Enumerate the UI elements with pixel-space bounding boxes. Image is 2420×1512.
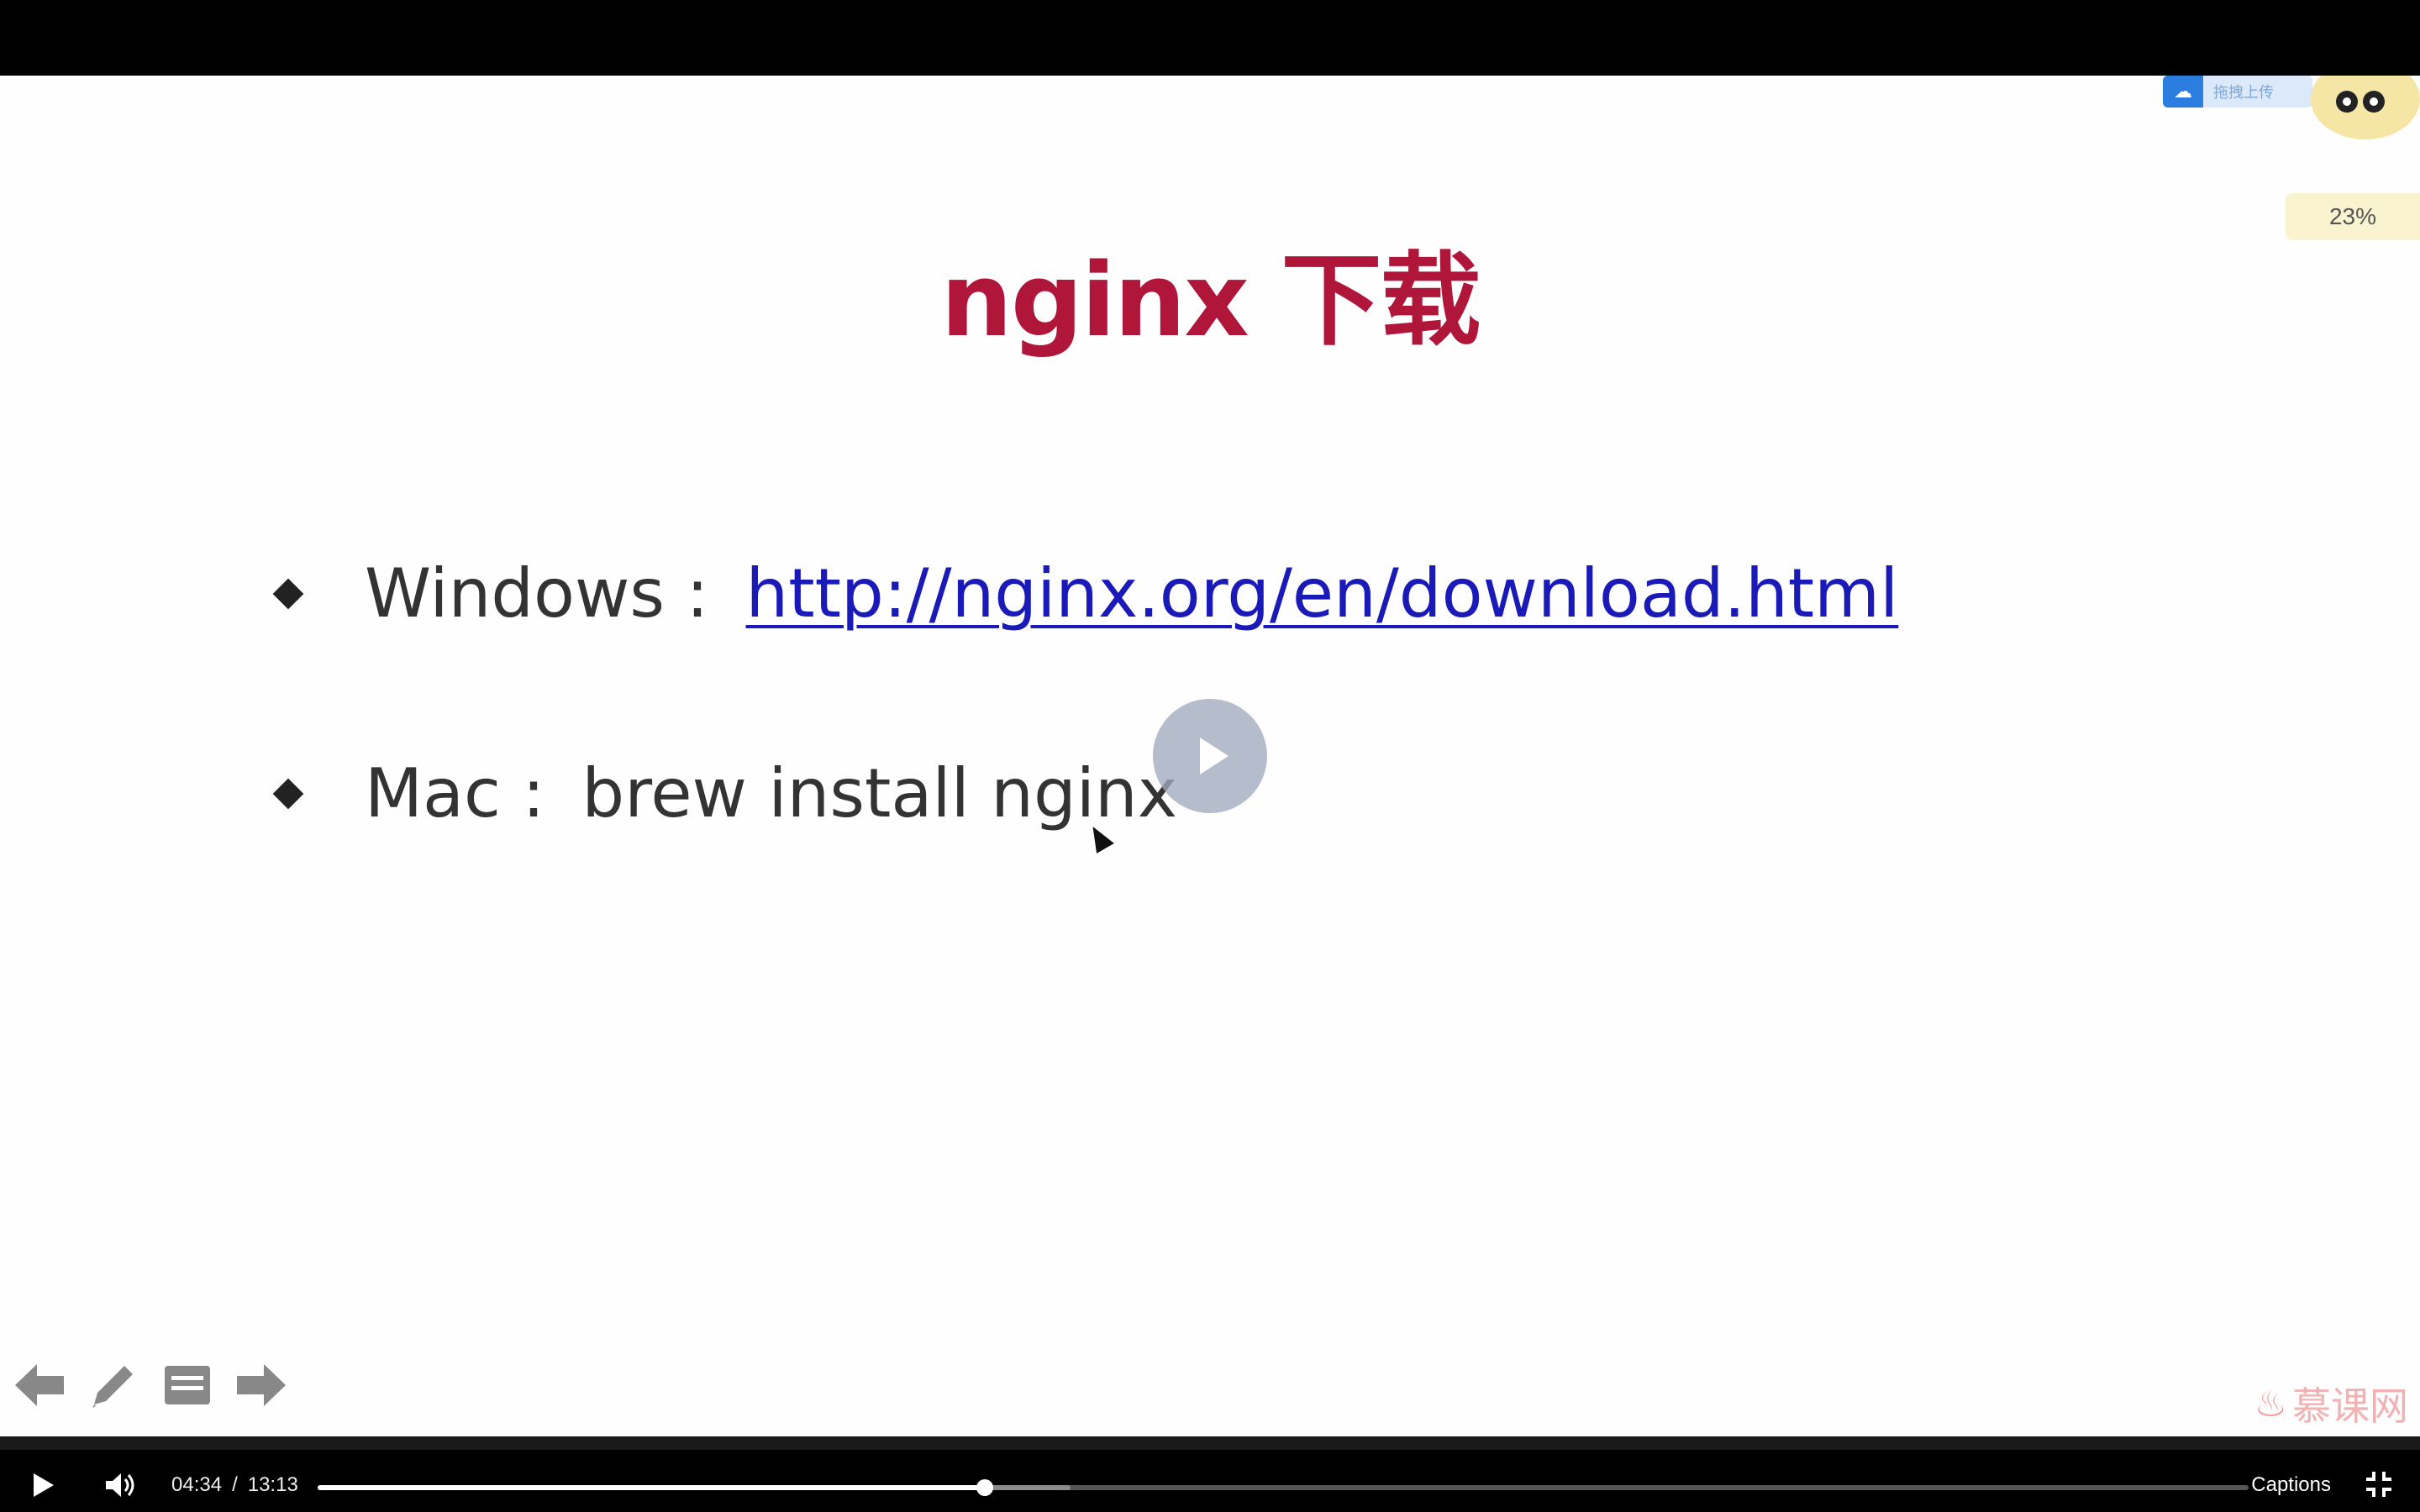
slide-title: nginx 下载	[940, 243, 1481, 360]
captions-button[interactable]: Captions	[2251, 1473, 2331, 1497]
arrow-right-icon[interactable]	[235, 1359, 287, 1411]
arrow-left-icon[interactable]	[13, 1359, 66, 1411]
center-play-button[interactable]	[1153, 699, 1267, 813]
video-frame[interactable]: nginx 下载 Windows : http://nginx.org/en/d…	[0, 76, 2420, 1436]
control-bar-divider	[0, 1436, 2420, 1450]
flame-icon: ♨	[2254, 1382, 2287, 1425]
notes-icon[interactable]	[161, 1359, 213, 1411]
cloud-upload-widget[interactable]: ☁ 拖拽上传	[2163, 76, 2312, 108]
progress-thumb[interactable]	[976, 1479, 993, 1496]
volume-icon[interactable]	[104, 1472, 138, 1499]
watermark-logo: ♨ 慕课网	[2254, 1376, 2408, 1431]
current-time: 04:34	[171, 1473, 223, 1496]
play-icon[interactable]	[34, 1473, 54, 1497]
slide-toolbar	[13, 1359, 287, 1411]
bullet-diamond-icon	[272, 578, 304, 609]
bullet-label: Windows :	[365, 554, 709, 633]
exit-fullscreen-icon[interactable]	[2365, 1470, 2393, 1499]
bullet-label: Mac :	[365, 754, 545, 832]
bullet-diamond-icon	[272, 778, 304, 809]
time-display: 04:34 / 13:13	[171, 1473, 308, 1497]
download-link[interactable]: http://nginx.org/en/download.html	[746, 554, 1899, 633]
cloud-upload-label: 拖拽上传	[2213, 84, 2274, 101]
time-separator: /	[232, 1473, 238, 1496]
percent-badge[interactable]: 23%	[2286, 193, 2420, 240]
watermark-text: 慕课网	[2292, 1383, 2408, 1429]
player-control-bar: 04:34 / 13:13 Captions	[0, 1436, 2420, 1512]
cloud-icon: ☁	[2163, 76, 2203, 108]
mascot-icon[interactable]	[2311, 76, 2420, 139]
progress-played	[318, 1485, 985, 1490]
bullet-item-mac: Mac : brew install nginx	[272, 754, 1178, 832]
bullet-item-windows: Windows : http://nginx.org/en/download.h…	[272, 554, 1899, 633]
video-player-window: nginx 下载 Windows : http://nginx.org/en/d…	[0, 0, 2420, 1512]
install-command: brew install nginx	[581, 754, 1178, 832]
progress-bar[interactable]	[318, 1479, 2249, 1496]
pencil-icon[interactable]	[87, 1359, 139, 1411]
duration: 13:13	[247, 1473, 298, 1496]
